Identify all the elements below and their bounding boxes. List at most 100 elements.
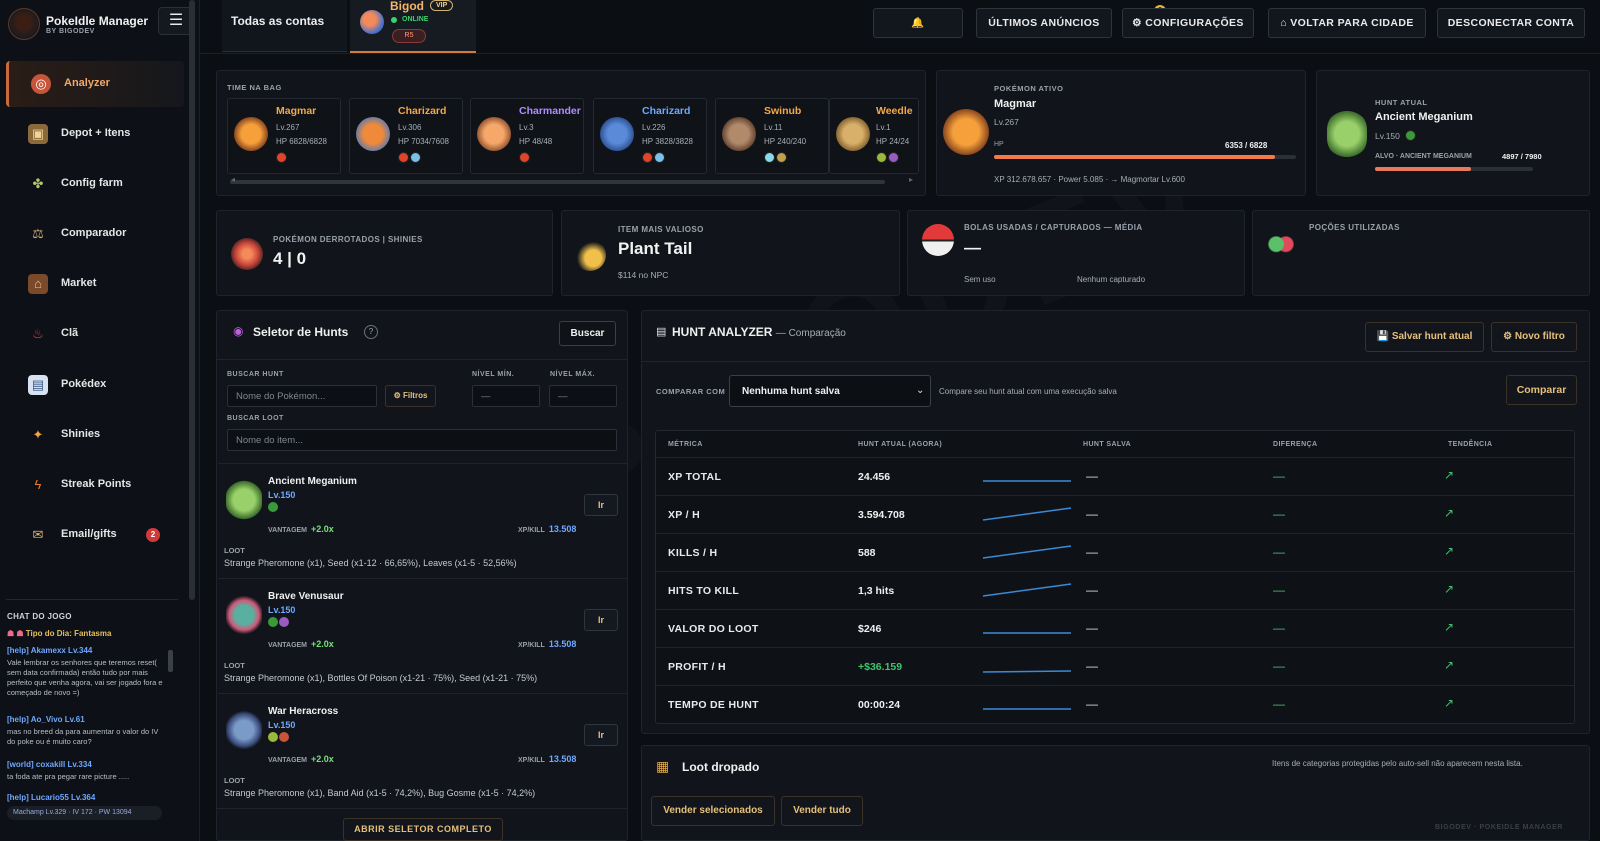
grass-type-icon: [268, 502, 278, 512]
sidebar-item-pokedex[interactable]: ▤ Pokédex: [6, 362, 184, 408]
team-title: TIME NA BAG: [227, 83, 282, 92]
sparkline: [983, 708, 1071, 710]
chat-scrollbar[interactable]: [168, 650, 173, 672]
sidebar-item-market[interactable]: ⌂ Market: [6, 261, 184, 307]
divider: [217, 359, 627, 360]
sidebar-item-label: Market: [61, 277, 97, 289]
help-icon[interactable]: ?: [364, 325, 378, 339]
scroll-right-icon[interactable]: ▸: [909, 175, 913, 184]
stat-value: —: [964, 238, 981, 257]
metric-saved-value: —: [1086, 659, 1098, 673]
latest-announcements-button[interactable]: ÚLTIMOS ANÚNCIOS: [976, 8, 1112, 38]
chat-user[interactable]: [help] Ao_Vivo Lv.61: [7, 715, 85, 724]
metric-name: KILLS / H: [668, 547, 718, 559]
team-member-card[interactable]: Swinub Lv.11 HP 240/240: [715, 98, 829, 174]
tab-all-accounts[interactable]: Todas as contas: [222, 0, 347, 52]
open-full-selector-button[interactable]: ABRIR SELETOR COMPLETO: [343, 818, 503, 841]
chevron-down-icon: ⌄: [916, 385, 925, 396]
hunt-list-item[interactable]: Brave Venusaur Lv.150 VANTAGEM +2.0x XP/K…: [218, 578, 628, 692]
sidebar-item-analyzer[interactable]: ◎ Analyzer: [6, 61, 184, 107]
divider: [216, 808, 628, 809]
pokemon-name: Charizard: [398, 105, 447, 117]
new-filter-button[interactable]: ⚙ Novo filtro: [1491, 322, 1577, 352]
loot-text: Strange Pheromone (x1), Band Aid (x1-5 ·…: [224, 788, 536, 798]
metric-difference: —: [1273, 659, 1285, 673]
column-header: DIFERENÇA: [1273, 441, 1318, 448]
chat-message: mas no breed da para aumentar o valor do…: [7, 727, 159, 746]
book-icon: ▤: [28, 375, 48, 395]
back-to-city-button[interactable]: ⌂ VOLTAR PARA CIDADE: [1268, 8, 1426, 38]
go-button[interactable]: Ir: [584, 494, 618, 516]
chat-user[interactable]: [help] Akamexx Lv.344: [7, 646, 92, 655]
chat-message: Vale lembrar os senhores que teremos res…: [7, 658, 163, 697]
save-hunt-button[interactable]: 💾 Salvar hunt atual: [1365, 322, 1484, 352]
sidebar-item-cla[interactable]: ♨ Clã: [6, 311, 184, 357]
brand-subtitle: BY BIGODEV: [46, 28, 95, 35]
sell-selected-button[interactable]: Vender selecionados: [651, 796, 775, 826]
pokemon-sprite: [226, 710, 262, 750]
sidebar-item-config-farm[interactable]: ✤ Config farm: [6, 161, 184, 207]
hp-text: 6353 / 6828: [1225, 141, 1268, 150]
min-level-input[interactable]: —: [472, 385, 540, 407]
loot-hint: Itens de categorias protegidas pelo auto…: [1272, 759, 1523, 768]
go-button[interactable]: Ir: [584, 724, 618, 746]
mail-icon: ✉: [32, 527, 44, 542]
team-member-card[interactable]: Magmar Lv.267 HP 6828/6828: [227, 98, 341, 174]
tab-account[interactable]: Bigod VIP ONLINE R5: [350, 0, 476, 53]
sidebar-scrollbar[interactable]: [189, 0, 195, 600]
target-icon: ◉: [233, 324, 244, 338]
hunt-list-item[interactable]: Ancient Meganium Lv.150 VANTAGEM +2.0x XP…: [218, 463, 628, 577]
settings-button[interactable]: ⚙ CONFIGURAÇÕES: [1122, 8, 1254, 38]
topbar: Todas as contas Bigod VIP ONLINE R5 🔔 6 …: [200, 0, 1600, 54]
chat-user[interactable]: [help] Lucario55 Lv.364: [7, 793, 95, 802]
loot-label: LOOT: [224, 661, 245, 670]
status-badge: ONLINE: [402, 16, 429, 23]
team-member-card[interactable]: Charizard Lv.226 HP 3828/3828: [593, 98, 707, 174]
metric-saved-value: —: [1086, 621, 1098, 635]
metric-name: XP / H: [668, 509, 700, 521]
hunt-xpkill: XP/KILL 13.508: [518, 524, 576, 534]
compare-select[interactable]: Nenhuma hunt salva ⌄: [729, 375, 931, 407]
fire-type-icon: [642, 152, 653, 163]
vantage-label: VANTAGEM: [268, 642, 308, 649]
sidebar-item-shinies[interactable]: ✦ Shinies: [6, 412, 184, 458]
sell-all-button[interactable]: Vender tudo: [781, 796, 863, 826]
sidebar-item-email-gifts[interactable]: ✉ Email/gifts 2: [6, 512, 184, 558]
sidebar-item-streak-points[interactable]: ϟ Streak Points: [6, 462, 184, 508]
analyzer-title-text: HUNT ANALYZER: [672, 325, 773, 339]
metric-difference: —: [1273, 469, 1285, 483]
active-pokemon-footer: XP 312.678.657 · Power 5.085 · → Magmort…: [994, 175, 1185, 184]
search-button[interactable]: Buscar: [559, 321, 616, 346]
compare-button[interactable]: Comparar: [1506, 375, 1577, 405]
chat-tip: ☗ ☗ Tipo do Dia: Fantasma: [7, 629, 111, 638]
hunt-xpkill: XP/KILL 13.508: [518, 639, 576, 649]
pokemon-sprite: [722, 117, 756, 151]
filters-button[interactable]: ⚙ Filtros: [385, 385, 436, 407]
trend-up-icon: ↗: [1444, 582, 1455, 596]
disconnect-button[interactable]: DESCONECTAR CONTA: [1437, 8, 1585, 38]
divider: [642, 361, 1589, 362]
sidebar-item-comparador[interactable]: ⚖ Comparador: [6, 211, 184, 257]
active-pokemon-title: POKÉMON ATIVO: [994, 84, 1064, 93]
chat-pokemon-chip[interactable]: Machamp Lv.329 · IV 172 · PW 13094: [7, 806, 162, 820]
streak-icon: ϟ: [34, 477, 42, 492]
notifications-button[interactable]: 🔔: [873, 8, 963, 38]
chat-user[interactable]: [world] coxakill Lv.334: [7, 760, 92, 769]
hunt-search-input[interactable]: Nome do Pokémon...: [227, 385, 377, 407]
loot-search-input[interactable]: Nome do item...: [227, 429, 617, 451]
pokemon-sprite: [226, 595, 262, 635]
team-member-card[interactable]: Charmander Lv.3 HP 48/48: [470, 98, 584, 174]
pokemon-hp: HP 7034/7608: [398, 137, 450, 146]
hunt-list-item[interactable]: War Heracross Lv.150 VANTAGEM +2.0x XP/KI…: [218, 693, 628, 805]
sidebar-item-depot[interactable]: ▣ Depot + Itens: [6, 111, 184, 157]
analyzer-title: HUNT ANALYZER — Comparação: [672, 325, 846, 339]
scroll-left-icon[interactable]: ◂: [231, 175, 235, 184]
team-member-card[interactable]: Charizard Lv.306 HP 7034/7608: [349, 98, 463, 174]
team-member-card[interactable]: Weedle Lv.1 HP 24/24: [829, 98, 919, 174]
go-button[interactable]: Ir: [584, 609, 618, 631]
table-row: XP / H 3.594.708 — — ↗: [656, 495, 1574, 533]
chat-tip-text: Tipo do Dia: Fantasma: [25, 629, 112, 638]
max-level-input[interactable]: —: [549, 385, 617, 407]
pokemon-sprite: [226, 480, 262, 520]
team-scrollbar[interactable]: [230, 180, 885, 184]
